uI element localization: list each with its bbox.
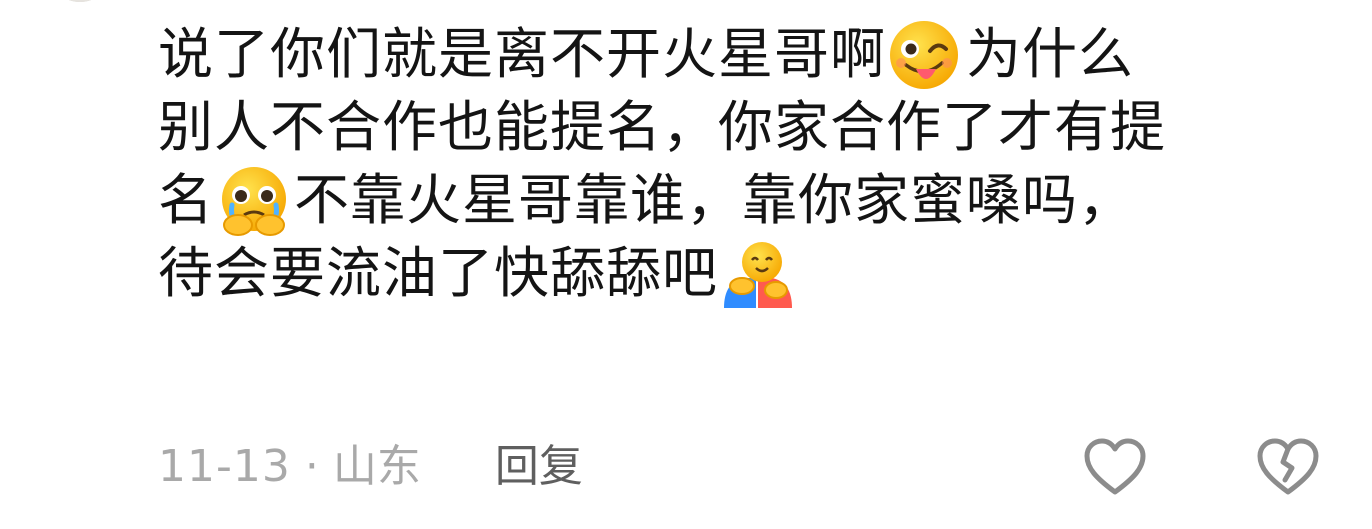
dislike-button[interactable]	[1253, 432, 1323, 502]
comment-segment: 名	[158, 168, 215, 232]
meta-separator: ·	[304, 441, 319, 492]
comment-line-2: 别人不合作也能提名，你家合作了才有提	[158, 95, 1167, 159]
like-button[interactable]	[1080, 432, 1150, 502]
heart-outline-icon	[1084, 438, 1146, 495]
comment-line-1: 说了你们就是离不开火星哥啊 为什么	[158, 18, 1348, 91]
broken-heart-outline-icon	[1257, 438, 1319, 495]
comment-segment: 为什么	[966, 22, 1135, 86]
avatar[interactable]	[48, 0, 112, 2]
comment-line-3: 名 不靠火星哥靠谁，靠你家蜜嗓吗，	[158, 164, 1348, 237]
comment-segment: 待会要流油了快舔舔吧	[158, 241, 719, 305]
comment-location: 山东	[332, 441, 421, 492]
comment-segment: 不靠火星哥靠谁，靠你家蜜嗓吗，	[294, 168, 1135, 232]
comment-text: 说了你们就是离不开火星哥啊 为什么 别人不合作也能提名，你家合作了才有提 名 不…	[158, 18, 1348, 310]
comment-meta: 11-13 · 山东 回复	[158, 436, 583, 498]
winking-tongue-emoji	[886, 18, 966, 91]
reply-button[interactable]: 回复	[495, 441, 583, 492]
comment-segment: 说了你们就是离不开火星哥啊	[158, 22, 887, 86]
pleading-teary-emoji	[214, 164, 294, 237]
comment-line-4: 待会要流油了快舔舔吧	[158, 237, 1348, 310]
hugging-emoji	[718, 237, 798, 310]
comment-date: 11-13	[158, 441, 291, 492]
